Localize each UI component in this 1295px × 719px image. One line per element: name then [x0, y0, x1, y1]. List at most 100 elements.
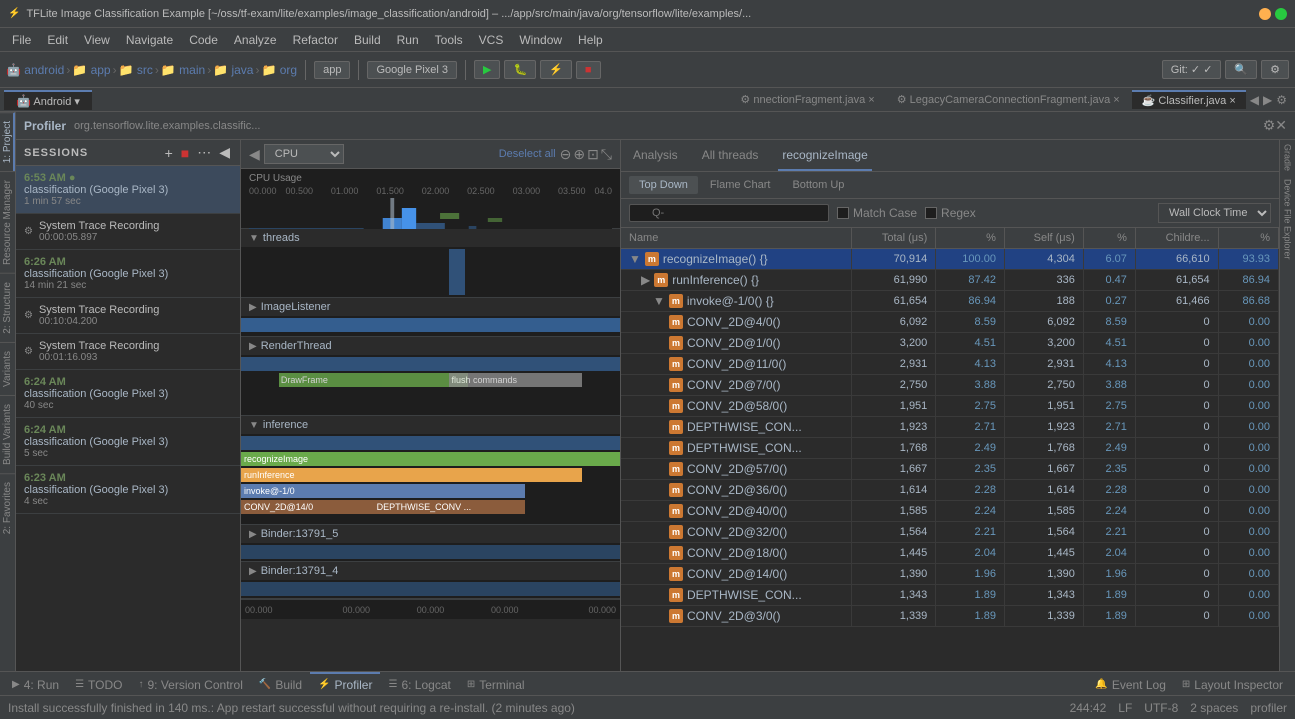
subtab-top-down[interactable]: Top Down	[629, 176, 698, 194]
profile-button[interactable]: ⚡	[540, 60, 572, 79]
thread-header-binder4[interactable]: ▶ Binder:13791_4	[241, 562, 620, 580]
cpu-type-select[interactable]: CPU	[264, 144, 344, 164]
th-name[interactable]: Name	[621, 228, 851, 249]
bottom-tab-event-log[interactable]: 🔔 Event Log	[1087, 672, 1174, 695]
bottom-tab-vcs[interactable]: ↑ 9: Version Control	[130, 672, 250, 695]
menu-tools[interactable]: Tools	[427, 31, 471, 49]
table-row[interactable]: m CONV_2D@36/0() 1,6142.281,6142.2800.00	[621, 480, 1279, 501]
menu-file[interactable]: File	[4, 31, 39, 49]
table-row[interactable]: m CONV_2D@40/0() 1,5852.241,5852.2400.00	[621, 501, 1279, 522]
tab-back-btn[interactable]: ◀	[1250, 93, 1259, 107]
tab-variants[interactable]: Variants	[0, 342, 15, 395]
debug-button[interactable]: 🐛	[504, 60, 536, 79]
th-self[interactable]: Self (μs)	[1004, 228, 1083, 249]
tab-connection-fragment[interactable]: ⚙ nnectionFragment.java ×	[730, 91, 884, 108]
prev-session-btn[interactable]: ◀	[217, 144, 232, 161]
tab-legacy-camera[interactable]: ⚙ LegacyCameraConnectionFragment.java ×	[887, 91, 1130, 108]
subtab-bottom-up[interactable]: Bottom Up	[782, 176, 854, 194]
bottom-tab-profiler[interactable]: ⚡ Profiler	[310, 672, 380, 695]
regex-check[interactable]	[925, 207, 937, 219]
menu-code[interactable]: Code	[181, 31, 226, 49]
session-recording-3[interactable]: ⚙ System Trace Recording 00:01:16.093	[16, 334, 240, 370]
session-item-4[interactable]: 6:24 AM classification (Google Pixel 3) …	[16, 418, 240, 466]
session-recording-2[interactable]: ⚙ System Trace Recording 00:10:04.200	[16, 298, 240, 334]
bottom-tab-build[interactable]: 🔨 Build	[251, 672, 310, 695]
table-row[interactable]: m DEPTHWISE_CON... 1,9232.711,9232.7100.…	[621, 417, 1279, 438]
table-row[interactable]: m CONV_2D@32/0() 1,5642.211,5642.2100.00	[621, 522, 1279, 543]
session-item-1[interactable]: 6:53 AM ● classification (Google Pixel 3…	[16, 166, 240, 214]
tab-analysis[interactable]: Analysis	[629, 140, 682, 171]
run-button[interactable]: ▶	[474, 60, 500, 79]
stop-button[interactable]: ■	[576, 61, 601, 79]
session-item-5[interactable]: 6:23 AM classification (Google Pixel 3) …	[16, 466, 240, 514]
stop-session-btn[interactable]: ■	[179, 144, 191, 161]
table-row[interactable]: m CONV_2D@11/0() 2,9314.132,9314.1300.00	[621, 354, 1279, 375]
tab-classifier[interactable]: ☕ Classifier.java ×	[1132, 90, 1246, 109]
tab-recognizeimage[interactable]: recognizeImage	[778, 140, 871, 171]
zoom-fit-btn[interactable]: ⤡	[601, 146, 612, 163]
search-everywhere-button[interactable]: 🔍	[1225, 60, 1257, 79]
session-item-2[interactable]: 6:26 AM classification (Google Pixel 3) …	[16, 250, 240, 298]
cpu-back-btn[interactable]: ◀	[249, 146, 260, 163]
table-row[interactable]: m CONV_2D@4/0() 6,0928.596,0928.5900.00	[621, 312, 1279, 333]
th-total[interactable]: Total (μs)	[851, 228, 936, 249]
bottom-tab-layout-inspector[interactable]: ⊞ Layout Inspector	[1174, 672, 1291, 695]
expand-arrow-2[interactable]: ▼	[653, 294, 665, 308]
zoom-in-btn[interactable]: ⊕	[573, 146, 585, 163]
table-row[interactable]: m DEPTHWISE_CON... 1,7682.491,7682.4900.…	[621, 438, 1279, 459]
clock-select[interactable]: Wall Clock Time Thread Time	[1158, 203, 1271, 223]
table-row[interactable]: ▶ m runInference() {} 61,99087.423360.47…	[621, 270, 1279, 291]
thread-header-threads[interactable]: ▼ threads	[241, 229, 620, 247]
table-row[interactable]: m CONV_2D@3/0() 1,3391.891,3391.8900.00	[621, 606, 1279, 627]
menu-run[interactable]: Run	[389, 31, 427, 49]
menu-navigate[interactable]: Navigate	[118, 31, 181, 49]
minimize-button[interactable]	[1259, 8, 1271, 20]
table-row[interactable]: m CONV_2D@7/0() 2,7503.882,7503.8800.00	[621, 375, 1279, 396]
tab-device-file-explorer[interactable]: Device File Explorer	[1281, 175, 1295, 264]
thread-header-imagelistener[interactable]: ▶ ImageListener	[241, 298, 620, 316]
tab-project[interactable]: 1: Project	[0, 112, 15, 171]
profiler-settings-btn[interactable]: ⚙	[1263, 117, 1276, 134]
session-item-3[interactable]: 6:24 AM classification (Google Pixel 3) …	[16, 370, 240, 418]
more-session-btn[interactable]: ⋯	[195, 144, 213, 161]
thread-header-inference[interactable]: ▼ inference	[241, 416, 620, 434]
th-total-pct[interactable]: %	[936, 228, 1005, 249]
tab-forward-btn[interactable]: ▶	[1263, 93, 1272, 107]
app-dropdown[interactable]: app	[314, 61, 350, 79]
subtab-flame-chart[interactable]: Flame Chart	[700, 176, 781, 194]
tab-android-panel[interactable]: 🤖 Android ▾	[4, 90, 92, 110]
tab-build-variants[interactable]: Build Variants	[0, 395, 15, 473]
bottom-tab-terminal[interactable]: ⊞ Terminal	[459, 672, 533, 695]
match-case-option[interactable]: Match Case	[837, 206, 917, 220]
tab-gradle[interactable]: Gradle	[1281, 140, 1295, 175]
expand-arrow-0[interactable]: ▼	[629, 252, 641, 266]
regex-option[interactable]: Regex	[925, 206, 976, 220]
profiler-close-btn[interactable]: ✕	[1275, 117, 1287, 134]
th-children-pct[interactable]: %	[1218, 228, 1278, 249]
table-row[interactable]: m CONV_2D@57/0() 1,6672.351,6672.3500.00	[621, 459, 1279, 480]
thread-header-renderthread[interactable]: ▶ RenderThread	[241, 337, 620, 355]
menu-window[interactable]: Window	[511, 31, 570, 49]
menu-build[interactable]: Build	[346, 31, 389, 49]
git-button[interactable]: Git: ✓ ✓	[1162, 60, 1222, 79]
table-row[interactable]: ▼ m recognizeImage() {} 70,914100.004,30…	[621, 249, 1279, 270]
search-input[interactable]	[629, 204, 829, 222]
bottom-tab-todo[interactable]: ☰ TODO	[67, 672, 130, 695]
bottom-tab-logcat[interactable]: ☰ 6: Logcat	[380, 672, 458, 695]
table-row[interactable]: m DEPTHWISE_CON... 1,3431.891,3431.8900.…	[621, 585, 1279, 606]
session-recording-1[interactable]: ⚙ System Trace Recording 00:00:05.897	[16, 214, 240, 250]
tab-favorites[interactable]: 2: Favorites	[0, 473, 15, 542]
zoom-reset-btn[interactable]: ⊡	[587, 146, 599, 163]
settings-button[interactable]: ⚙	[1261, 60, 1289, 79]
menu-edit[interactable]: Edit	[39, 31, 76, 49]
bottom-tab-run[interactable]: ▶ 4: Run	[4, 672, 67, 695]
menu-analyze[interactable]: Analyze	[226, 31, 285, 49]
table-row[interactable]: m CONV_2D@18/0() 1,4452.041,4452.0400.00	[621, 543, 1279, 564]
match-case-check[interactable]	[837, 207, 849, 219]
menu-view[interactable]: View	[76, 31, 118, 49]
tab-resource-manager[interactable]: Resource Manager	[0, 171, 15, 273]
table-row[interactable]: m CONV_2D@14/0() 1,3901.961,3901.9600.00	[621, 564, 1279, 585]
add-session-btn[interactable]: +	[163, 144, 175, 161]
menu-refactor[interactable]: Refactor	[285, 31, 346, 49]
menu-vcs[interactable]: VCS	[471, 31, 512, 49]
